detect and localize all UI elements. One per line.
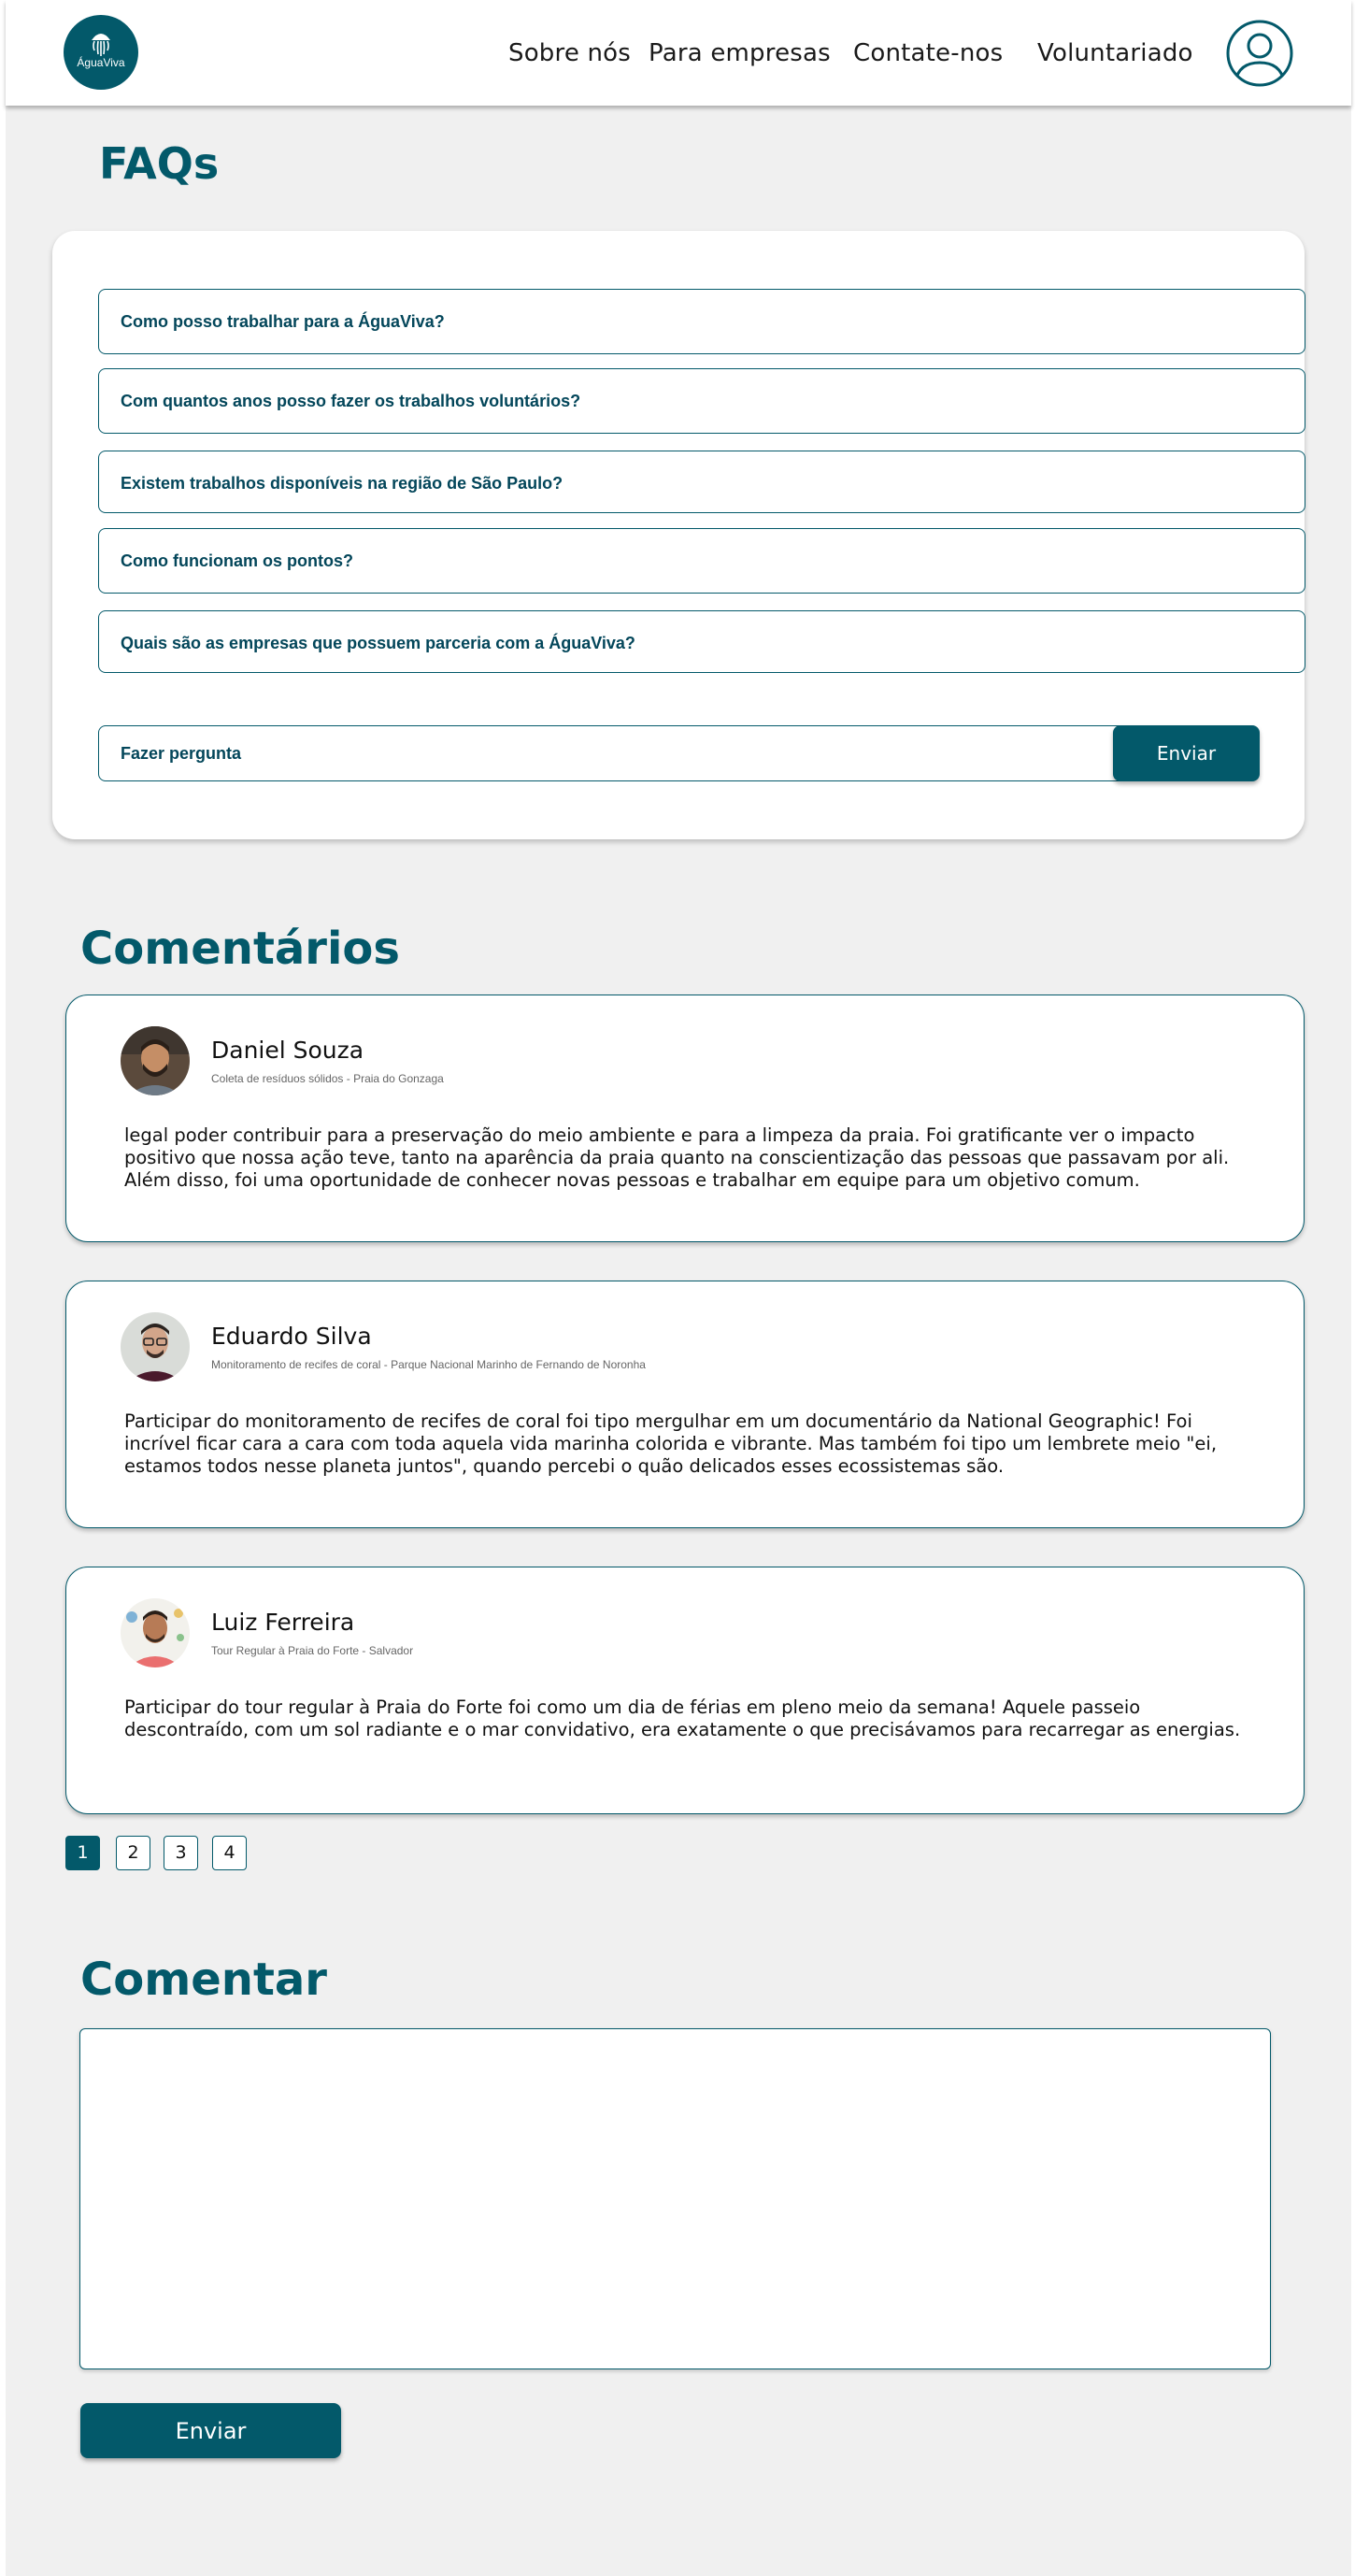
faq-send-button[interactable]: Enviar [1113,725,1260,781]
comment-activity: Monitoramento de recifes de coral - Parq… [211,1358,646,1371]
ask-question-input[interactable] [98,725,1148,781]
faq-question-label: Como funcionam os pontos? [121,551,353,570]
avatar [121,1026,190,1095]
jellyfish-icon [92,34,110,56]
pagination-page-1[interactable]: 1 [65,1836,100,1870]
comment-form-title: Comentar [80,1953,327,2006]
user-profile-icon[interactable] [1226,20,1293,87]
pagination-page-4[interactable]: 4 [212,1836,247,1870]
faq-question-label: Quais são as empresas que possuem parcer… [121,634,635,652]
comment-activity: Coleta de resíduos sólidos - Praia do Go… [211,1072,444,1085]
faq-title: FAQs [99,138,220,189]
faq-card: Como posso trabalhar para a ÁguaViva? Co… [52,231,1305,839]
avatar [121,1312,190,1381]
comment-text: Participar do monitoramento de recifes d… [124,1410,1218,1477]
faq-question-label: Existem trabalhos disponíveis na região … [121,474,563,493]
nav-para-empresas[interactable]: Para empresas [649,39,831,67]
comment-textarea[interactable] [79,2028,1271,2369]
faq-question-5[interactable]: Quais são as empresas que possuem parcer… [98,610,1305,673]
comment-card: Eduardo Silva Monitoramento de recifes d… [65,1281,1305,1528]
pagination-page-3[interactable]: 3 [164,1836,198,1870]
faq-question-label: Com quantos anos posso fazer os trabalho… [121,392,581,410]
comment-card: Daniel Souza Coleta de resíduos sólidos … [65,995,1305,1242]
faq-question-4[interactable]: Como funcionam os pontos? [98,528,1305,594]
comment-text: legal poder contribuir para a preservaçã… [124,1124,1230,1191]
faq-question-label: Como posso trabalhar para a ÁguaViva? [121,312,445,331]
avatar [121,1598,190,1667]
page: ÁguaViva Sobre nós Para empresas Contate… [6,0,1351,2576]
comment-author: Luiz Ferreira [211,1609,355,1636]
comment-card: Luiz Ferreira Tour Regular à Praia do Fo… [65,1567,1305,1814]
faq-question-1[interactable]: Como posso trabalhar para a ÁguaViva? [98,289,1305,354]
comment-text: Participar do tour regular à Praia do Fo… [124,1696,1241,1740]
comment-send-button[interactable]: Enviar [80,2403,341,2458]
comment-activity: Tour Regular à Praia do Forte - Salvador [211,1644,414,1657]
nav-sobre-nos[interactable]: Sobre nós [508,39,631,67]
pagination-page-2[interactable]: 2 [116,1836,150,1870]
comments-title: Comentários [80,923,400,975]
nav-contate-nos[interactable]: Contate-nos [853,39,1003,67]
faq-question-3[interactable]: Existem trabalhos disponíveis na região … [98,451,1305,513]
top-navbar: ÁguaViva Sobre nós Para empresas Contate… [6,0,1351,106]
brand-logo[interactable]: ÁguaViva [64,15,138,90]
comment-author: Daniel Souza [211,1037,364,1064]
faq-question-2[interactable]: Com quantos anos posso fazer os trabalho… [98,368,1305,434]
logo-text: ÁguaViva [77,56,125,69]
comment-author: Eduardo Silva [211,1323,372,1350]
nav-voluntariado[interactable]: Voluntariado [1037,39,1193,67]
